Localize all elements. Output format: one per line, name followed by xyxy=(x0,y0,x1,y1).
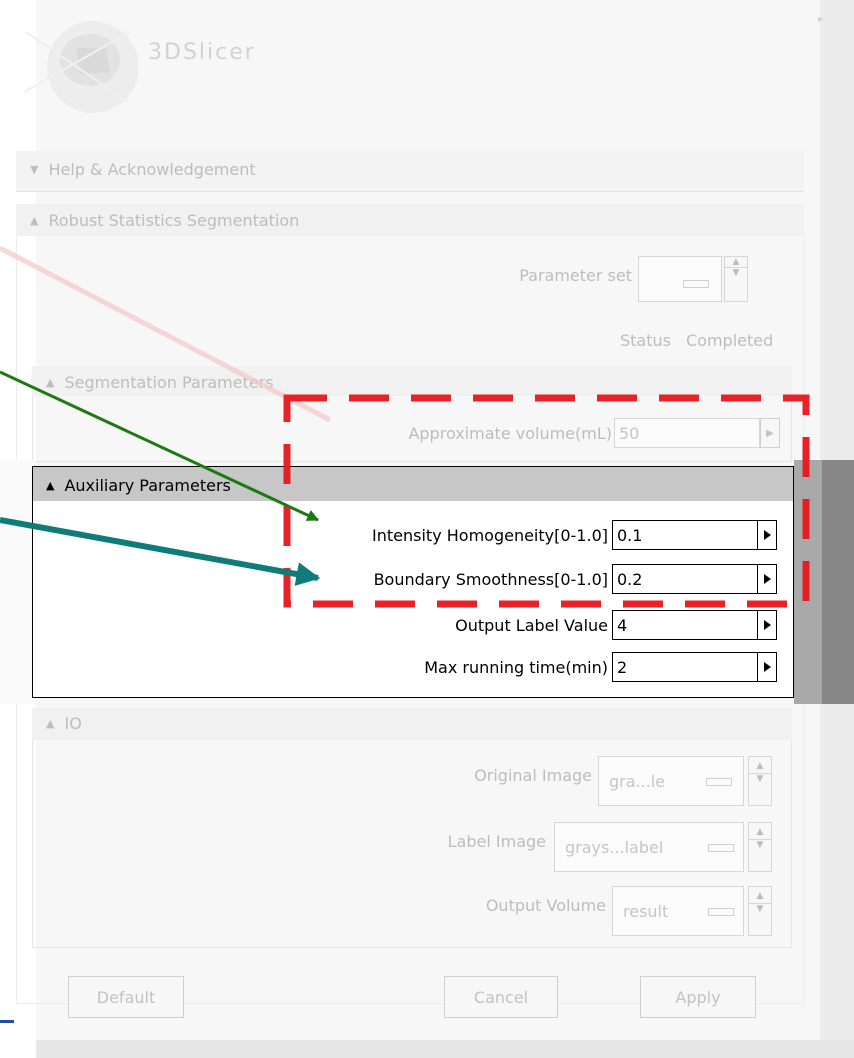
highlight-dashed-box xyxy=(283,394,810,608)
annotation-overlay xyxy=(0,245,810,608)
green-arrow xyxy=(0,370,320,522)
teal-arrow xyxy=(0,517,321,586)
